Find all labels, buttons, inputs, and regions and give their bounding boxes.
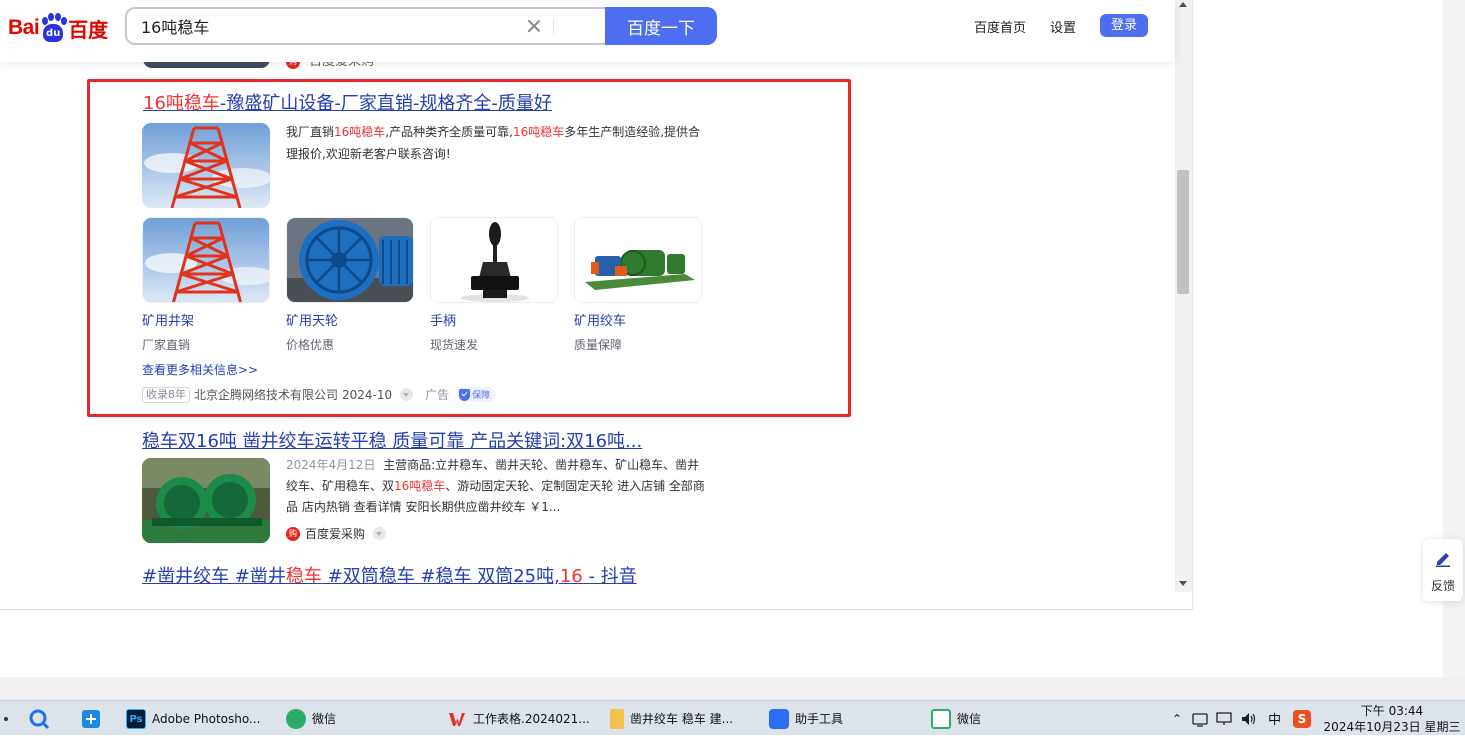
product-thumbnail[interactable] xyxy=(142,217,270,303)
network-icon[interactable] xyxy=(1192,711,1208,727)
scroll-down-icon[interactable] xyxy=(1179,581,1187,586)
result-3-title[interactable]: #凿井绞车 #凿井稳车 #双筒稳车 #稳车 双筒25吨,16 - 抖音 xyxy=(142,562,637,588)
system-clock[interactable]: 下午 03:44 2024年10月23日 星期三 xyxy=(1322,703,1462,735)
helper-tool-icon xyxy=(769,708,789,729)
product-name[interactable]: 矿用天轮 xyxy=(286,312,414,332)
ad-main-thumbnail[interactable] xyxy=(142,123,270,208)
guarantee-badge[interactable]: 保障 xyxy=(457,387,496,402)
ad-description: 我厂直销16吨稳车,产品种类齐全质量可靠,16吨稳车多年生产制造经验,提供合理报… xyxy=(286,125,701,161)
product-thumbnail[interactable] xyxy=(430,217,558,303)
search-input[interactable] xyxy=(141,9,521,43)
ime-indicator[interactable]: 中 xyxy=(1268,709,1281,728)
task-view-button[interactable] xyxy=(80,701,102,736)
scroll-up-icon[interactable] xyxy=(1179,2,1187,7)
chevron-down-icon[interactable] xyxy=(373,527,387,540)
search-box xyxy=(125,7,606,45)
product-name[interactable]: 矿用井架 xyxy=(142,312,270,332)
monitor-icon[interactable] xyxy=(1216,711,1232,727)
product-tagline: 质量保障 xyxy=(574,338,623,352)
ad-meta-row: 收录8年 北京企腾网络技术有限公司 2024-10 广告 保障 xyxy=(142,386,496,403)
ad-label: 广告 xyxy=(425,388,450,402)
product-name[interactable]: 手柄 xyxy=(430,312,558,332)
search-button[interactable]: 百度一下 xyxy=(605,7,717,45)
wechat-icon xyxy=(931,708,951,729)
ad-result-title[interactable]: 16吨稳车-豫盛矿山设备-厂家直销-规格齐全-质量好 xyxy=(143,89,552,115)
product-thumbnail[interactable] xyxy=(574,217,702,303)
product-tagline: 价格优惠 xyxy=(286,338,335,352)
taskbar-folder[interactable]: 凿井绞车 稳车 建... xyxy=(610,701,733,736)
page-blank-area xyxy=(0,610,1443,677)
settings-link[interactable]: 设置 xyxy=(1050,17,1076,36)
result-2-thumbnail[interactable] xyxy=(142,458,270,543)
taskbar-wechat-2[interactable]: 微信 xyxy=(931,701,981,736)
photoshop-icon: Ps xyxy=(126,708,146,729)
product-name[interactable]: 矿用绞车 xyxy=(574,312,702,332)
result-2-date: 2024年4月12日 xyxy=(286,458,376,472)
product-tagline: 厂家直销 xyxy=(142,338,191,352)
chevron-down-icon[interactable] xyxy=(400,388,414,401)
page-bottom-strip xyxy=(0,677,1465,700)
windows-taskbar: Ps Adobe Photosho... 微信 工作表格.2024021... … xyxy=(0,700,1465,735)
browser-content: 购 百度爱采购 Bai du 百度 百度一下 百度首页 设置 登录 16吨 xyxy=(0,0,1193,610)
baidu-logo[interactable]: Bai du 百度 xyxy=(8,10,108,46)
start-button[interactable] xyxy=(0,701,8,736)
taskbar-helper[interactable]: 助手工具 xyxy=(769,701,843,736)
product-card-mine-headframe[interactable]: 矿用井架 厂家直销 xyxy=(142,217,270,355)
clear-icon[interactable] xyxy=(525,17,543,35)
volume-icon[interactable] xyxy=(1240,711,1258,727)
advertiser-name[interactable]: 北京企腾网络技术有限公司 xyxy=(194,386,338,403)
chevron-up-icon[interactable]: ⌃ xyxy=(1172,712,1182,726)
taskbar-wechat-1[interactable]: 微信 xyxy=(286,701,336,736)
indexed-years-badge: 收录8年 xyxy=(142,386,190,403)
feedback-button[interactable]: 反馈 xyxy=(1423,539,1463,601)
edit-pen-icon xyxy=(1436,553,1450,567)
baidu-home-link[interactable]: 百度首页 xyxy=(974,17,1026,36)
page-scrollbar[interactable] xyxy=(1175,0,1192,592)
search-header: Bai du 百度 百度一下 百度首页 设置 登录 xyxy=(0,0,1175,62)
search-taskbar-button[interactable] xyxy=(28,701,50,736)
search-icon xyxy=(29,709,50,729)
wps-icon xyxy=(449,712,465,726)
result-2-title[interactable]: 稳车双16吨 凿井绞车运转平稳 质量可靠 产品关键词:双16吨... xyxy=(142,427,642,453)
result-2-source[interactable]: 购 百度爱采购 xyxy=(286,525,387,542)
product-card-mine-winch[interactable]: 矿用绞车 质量保障 xyxy=(574,217,702,355)
login-button[interactable]: 登录 xyxy=(1100,14,1148,37)
result-2-description: 2024年4月12日 主营商品:立井稳车、凿井天轮、凿井稳车、矿山稳车、凿井绞车… xyxy=(286,458,705,514)
sogou-ime-icon[interactable]: S xyxy=(1293,709,1312,728)
aicaigou-icon: 购 xyxy=(286,526,300,541)
more-info-link[interactable]: 查看更多相关信息>> xyxy=(142,361,258,378)
baidu-paw-icon: du xyxy=(40,13,68,43)
folder-icon xyxy=(610,708,624,729)
ad-date: 2024-10 xyxy=(342,387,393,402)
product-card-handle[interactable]: 手柄 现货速发 xyxy=(430,217,558,355)
taskbar-photoshop[interactable]: Ps Adobe Photosho... xyxy=(126,701,260,736)
product-card-mine-sheave[interactable]: 矿用天轮 价格优惠 xyxy=(286,217,414,355)
wechat-icon xyxy=(286,708,306,729)
scroll-thumb[interactable] xyxy=(1177,170,1189,294)
product-tagline: 现货速发 xyxy=(430,338,479,352)
system-tray: ⌃ 中 S xyxy=(1172,701,1312,736)
shield-check-icon xyxy=(459,388,471,401)
product-thumbnail[interactable] xyxy=(286,217,414,303)
plus-square-icon xyxy=(82,709,100,728)
taskbar-wps[interactable]: 工作表格.2024021... xyxy=(447,701,590,736)
search-divider xyxy=(553,18,554,34)
